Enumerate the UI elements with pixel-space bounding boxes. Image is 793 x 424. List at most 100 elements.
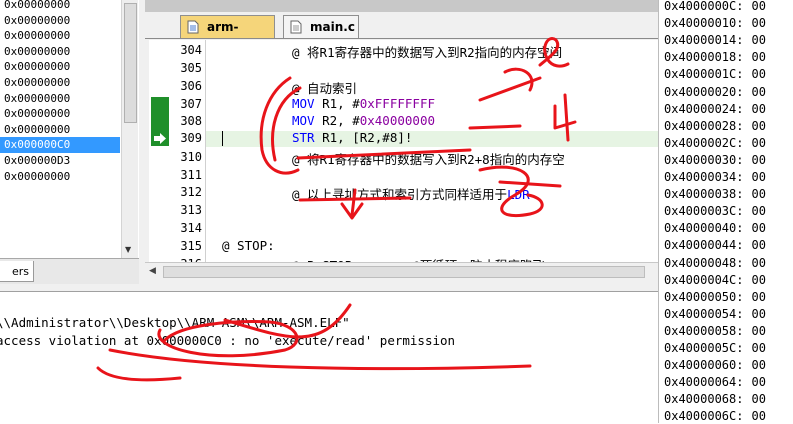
memory-value: 00 (751, 306, 766, 321)
code-keyword: LDR (507, 187, 530, 202)
line-number: 307 (180, 97, 202, 111)
memory-row[interactable]: 0x40000048: 00 (664, 256, 766, 270)
register-row[interactable]: 0x00000000 (0, 106, 120, 122)
memory-address: 0x40000054: (664, 306, 744, 321)
register-row[interactable]: 0x00000000 (0, 0, 120, 13)
memory-row[interactable]: 0x40000030: 00 (664, 153, 766, 167)
code-line: MOV R2, #0x40000000 (292, 113, 435, 128)
code-hex-literal: 0x40000000 (359, 113, 435, 128)
memory-value: 00 (751, 152, 766, 167)
register-row[interactable]: 0x00000000 (0, 75, 120, 91)
memory-row[interactable]: 0x40000010: 00 (664, 16, 766, 30)
scroll-left-icon[interactable]: ◀ (149, 266, 156, 276)
memory-address: 0x4000001C: (664, 67, 744, 82)
scrollbar-thumb[interactable] (163, 266, 645, 278)
memory-value: 00 (751, 392, 766, 407)
line-number: 313 (180, 203, 202, 217)
memory-row[interactable]: 0x40000018: 00 (664, 50, 766, 64)
memory-row[interactable]: 0x4000002C: 00 (664, 136, 766, 150)
memory-row[interactable]: 0x4000005C: 00 (664, 341, 766, 355)
memory-row[interactable]: 0x40000068: 00 (664, 392, 766, 406)
line-number: 312 (180, 185, 202, 199)
code-line: @ STOP: (222, 238, 275, 253)
memory-row[interactable]: 0x40000060: 00 (664, 358, 766, 372)
code-hex-literal: 0xFFFFFFFF (359, 96, 435, 111)
register-row[interactable]: 0x00000000 (0, 169, 120, 185)
memory-address: 0x40000034: (664, 170, 744, 184)
breakpoint-column[interactable] (150, 40, 169, 262)
memory-value: 00 (751, 341, 766, 355)
register-panel: 0x00000000 0x00000000 0x00000000 0x00000000… (0, 0, 140, 258)
code-line: @ 以上寻址方式和索引方式同样适用于LDR (292, 184, 530, 203)
memory-address: 0x40000024: (664, 101, 744, 116)
asm-file-icon (187, 20, 199, 34)
memory-row[interactable]: 0x40000050: 00 (664, 290, 766, 304)
memory-row[interactable]: 0x40000034: 00 (664, 170, 766, 184)
memory-row[interactable]: 0x4000003C: 00 (664, 204, 766, 218)
line-number: 314 (180, 221, 202, 235)
memory-address: 0x40000048: (664, 255, 744, 270)
register-row[interactable]: 0x00000000 (0, 44, 120, 60)
memory-row[interactable]: 0x40000054: 00 (664, 307, 766, 321)
memory-value: 00 (751, 170, 766, 184)
editor-horizontal-scrollbar[interactable]: ◀ (145, 262, 658, 280)
scrollbar-thumb[interactable] (124, 3, 137, 123)
output-window (0, 291, 658, 424)
memory-row[interactable]: 0x40000028: 00 (664, 119, 766, 133)
memory-value: 00 (751, 323, 766, 338)
line-number: 310 (180, 150, 202, 164)
memory-row[interactable]: 0x4000000C: 00 (664, 0, 766, 13)
memory-address: 0x40000028: (664, 118, 744, 133)
tab-main-c[interactable]: main.c (283, 15, 359, 38)
memory-value: 00 (751, 33, 766, 48)
memory-address: 0x40000050: (664, 289, 744, 304)
tab-arm-asm[interactable]: arm-asm.s (180, 15, 275, 56)
code-line: @ 将R1寄存器中的数据写入到R2+8指向的内存空 (292, 152, 565, 167)
scroll-down-icon[interactable]: ▼ (125, 245, 131, 254)
output-line: access violation at 0x000000C0 : no 'exe… (0, 333, 456, 348)
memory-value: 00 (751, 409, 766, 424)
memory-value: 00 (751, 118, 766, 133)
register-row[interactable]: 0x000000C0 (0, 137, 120, 153)
memory-row[interactable]: 0x40000020: 00 (664, 85, 766, 99)
memory-address: 0x4000002C: (664, 135, 744, 150)
memory-row[interactable]: 0x40000038: 00 (664, 187, 766, 201)
tab-registers[interactable]: ers (0, 261, 34, 282)
memory-address: 0x40000064: (664, 375, 744, 390)
code-keyword: MOV (292, 113, 315, 128)
register-row[interactable]: 0x00000000 (0, 13, 120, 29)
memory-row[interactable]: 0x40000064: 00 (664, 375, 766, 389)
register-row[interactable]: 0x00000000 (0, 122, 120, 138)
code-keyword: STR (292, 130, 315, 145)
memory-value: 00 (751, 272, 766, 287)
memory-value: 00 (751, 238, 766, 253)
memory-row[interactable]: 0x40000040: 00 (664, 221, 766, 235)
memory-value: 00 (751, 204, 766, 219)
memory-row[interactable]: 0x40000014: 00 (664, 33, 766, 47)
memory-row[interactable]: 0x40000044: 00 (664, 238, 766, 252)
memory-address: 0x40000040: (664, 221, 744, 236)
memory-row[interactable]: 0x40000024: 00 (664, 102, 766, 116)
register-row[interactable]: 0x00000000 (0, 91, 120, 107)
memory-row[interactable]: 0x40000058: 00 (664, 324, 766, 338)
code-line: STR R1, [R2,#8]! (292, 130, 412, 145)
text-cursor (222, 131, 223, 146)
editor-top-strip (145, 0, 658, 12)
line-number: 311 (180, 168, 202, 182)
executed-lines-marker (151, 97, 169, 131)
register-row[interactable]: 0x000000D3 (0, 153, 120, 169)
panel-splitter[interactable] (0, 284, 658, 291)
code-operands: R1, # (314, 96, 360, 111)
memory-address: 0x4000006C: (664, 409, 744, 424)
register-row[interactable]: 0x00000000 (0, 28, 120, 44)
memory-address: 0x4000000C: (664, 0, 744, 13)
arrow-right-icon (154, 133, 166, 144)
memory-address: 0x40000038: (664, 187, 744, 202)
register-list: 0x00000000 0x00000000 0x00000000 0x00000000… (0, 0, 120, 184)
memory-row[interactable]: 0x4000006C: 00 (664, 409, 766, 423)
register-row[interactable]: 0x00000000 (0, 59, 120, 75)
memory-row[interactable]: 0x4000001C: 00 (664, 67, 766, 81)
register-scrollbar[interactable]: ▼ (121, 0, 138, 258)
memory-row[interactable]: 0x4000004C: 00 (664, 273, 766, 287)
current-line-highlight (206, 131, 658, 147)
